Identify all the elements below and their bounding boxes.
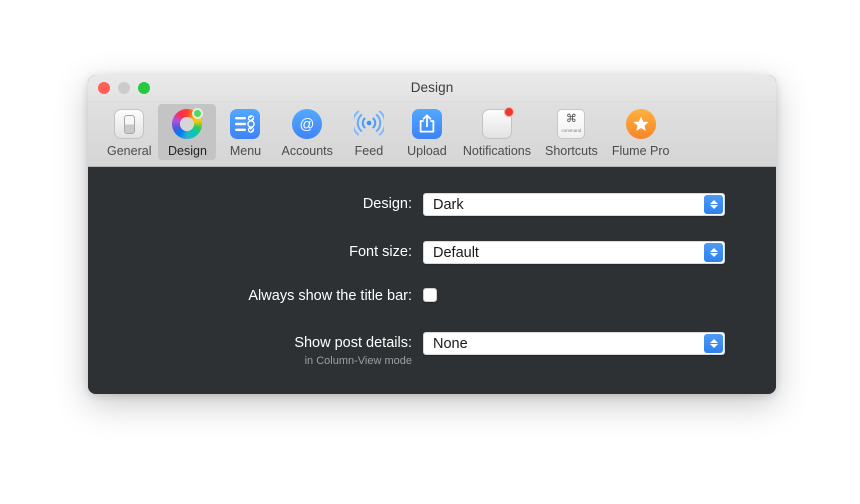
toggle-switch-icon <box>112 107 146 141</box>
settings-pane: Design: Dark Font size: Default Always s… <box>88 167 776 394</box>
font-size-value: Default <box>433 244 479 261</box>
toolbar-label-notifications: Notifications <box>462 144 531 158</box>
toolbar-item-shortcuts[interactable]: ⌘ command Shortcuts <box>538 104 605 160</box>
setting-row-post-details: Show post details: in Column-View mode N… <box>243 332 725 367</box>
toolbar-item-feed[interactable]: Feed <box>340 104 398 160</box>
font-size-label: Font size: <box>349 244 412 260</box>
always-show-title-bar-checkbox[interactable] <box>423 288 437 302</box>
toolbar-label-feed: Feed <box>354 144 384 158</box>
design-value: Dark <box>433 196 464 213</box>
post-details-label: Show post details: <box>294 335 412 351</box>
toolbar-item-accounts[interactable]: @ Accounts <box>274 104 339 160</box>
chevron-updown-icon[interactable] <box>704 243 723 262</box>
star-icon <box>624 107 658 141</box>
toolbar-label-design: Design <box>168 144 207 158</box>
design-dropdown[interactable]: Dark <box>423 193 725 216</box>
setting-row-title-bar: Always show the title bar: <box>243 285 437 305</box>
design-label: Design: <box>362 196 412 212</box>
chevron-updown-icon[interactable] <box>704 195 723 214</box>
toolbar-item-design[interactable]: Design <box>158 104 217 160</box>
toolbar-item-notifications[interactable]: Notifications <box>456 104 538 160</box>
toolbar-label-menu: Menu <box>229 144 262 158</box>
setting-row-font-size: Font size: Default <box>243 241 725 264</box>
toolbar-label-upload: Upload <box>407 144 447 158</box>
broadcast-icon <box>352 107 386 141</box>
toolbar-label-flume-pro: Flume Pro <box>611 144 670 158</box>
title-bar-label: Always show the title bar: <box>248 288 412 304</box>
font-size-dropdown[interactable]: Default <box>423 241 725 264</box>
command-glyph: ⌘ <box>565 113 577 125</box>
color-wheel-icon <box>170 107 204 141</box>
post-details-sublabel: in Column-View mode <box>304 354 412 367</box>
command-key-icon: ⌘ command <box>554 107 588 141</box>
post-details-value: None <box>433 335 468 352</box>
chevron-updown-icon[interactable] <box>704 334 723 353</box>
preferences-window: Design General Design Menu @ Accounts Fe… <box>88 75 776 394</box>
notification-badge-icon <box>480 107 514 141</box>
toolbar-label-accounts: Accounts <box>281 144 333 158</box>
preferences-toolbar: General Design Menu @ Accounts Feed Uplo… <box>88 102 776 167</box>
toolbar-item-menu[interactable]: Menu <box>216 104 274 160</box>
window-title: Design <box>410 80 454 95</box>
toolbar-label-general: General <box>107 144 152 158</box>
window-titlebar: Design <box>88 75 776 102</box>
command-caption: command <box>561 128 582 133</box>
post-details-dropdown[interactable]: None <box>423 332 725 355</box>
svg-text:@: @ <box>300 117 315 133</box>
toolbar-item-upload[interactable]: Upload <box>398 104 456 160</box>
toolbar-label-shortcuts: Shortcuts <box>545 144 598 158</box>
setting-row-design: Design: Dark <box>243 193 725 216</box>
at-sign-icon: @ <box>290 107 324 141</box>
toolbar-item-flume-pro[interactable]: Flume Pro <box>605 104 677 160</box>
share-upload-icon <box>410 107 444 141</box>
toolbar-item-general[interactable]: General <box>100 104 158 160</box>
checklist-icon <box>228 107 262 141</box>
